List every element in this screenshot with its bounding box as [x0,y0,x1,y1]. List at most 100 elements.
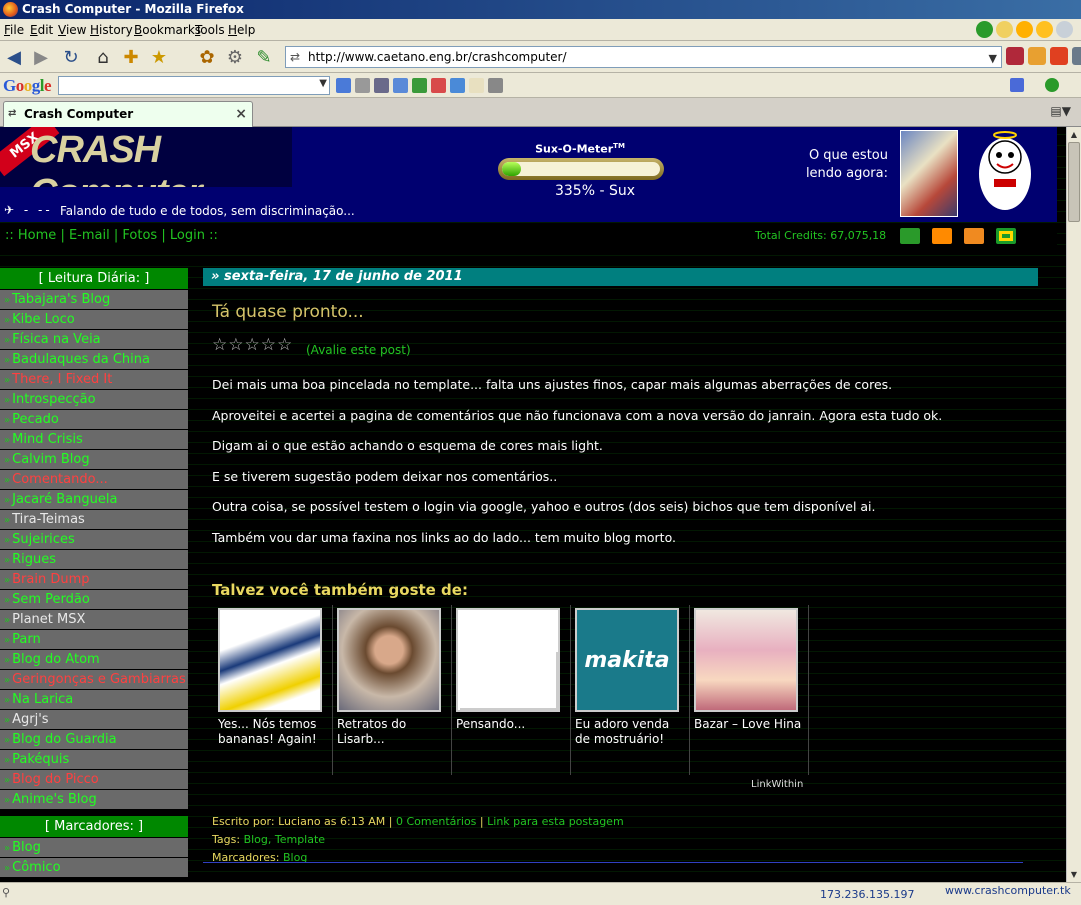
sidebar-blog-link[interactable]: » Calvim Blog [0,450,188,470]
url-dropdown-icon[interactable]: ▼ [989,49,997,69]
sidebar-blog-link[interactable]: » Sujeirices [0,530,188,550]
url-bar[interactable]: ⇄ http://www.caetano.eng.br/crashcompute… [285,46,1002,68]
vertical-scrollbar[interactable]: ▲ ▼ [1066,127,1081,882]
chat-icon[interactable] [412,78,427,93]
home-icon[interactable]: ⌂ [92,46,114,68]
rating-stars[interactable]: ☆☆☆☆☆ [212,335,293,355]
sidebar-blog-link[interactable]: » Pakéquis [0,750,188,770]
close-tab-icon[interactable]: × [235,102,247,126]
edit-icon[interactable]: ✎ [253,46,275,68]
highlight-icon[interactable] [374,78,389,93]
sidebar-blog-link[interactable]: » Anime's Blog [0,790,188,810]
status-dot-icon[interactable] [1045,78,1059,92]
post-title[interactable]: Tá quase pronto... [212,302,364,322]
related-caption[interactable]: Retratos do Lisarb... [337,717,447,747]
related-post[interactable]: makita Eu adoro venda de mostruário! [571,605,690,775]
site-logo[interactable]: MSX CRASH Computer [0,127,292,187]
back-icon[interactable]: ◀ [3,46,25,68]
tab-crash-computer[interactable]: ⇄ Crash Computer × [3,101,253,127]
permalink[interactable]: Link para esta postagem [487,815,624,828]
sidebar-blog-link[interactable]: » Tabajara's Blog [0,290,188,310]
printer-icon[interactable] [1072,47,1081,65]
menu-file[interactable]: File [4,23,24,37]
sidebar-blog-link[interactable]: » Brain Dump [0,570,188,590]
comments-link[interactable]: 0 Comentários [396,815,476,828]
translate-icon[interactable] [450,78,465,93]
sidebar-label-link[interactable]: » Cômico [0,858,188,878]
menu-help[interactable]: Help [228,23,255,37]
menu-edit[interactable]: Edit [30,23,53,37]
scroll-up-icon[interactable]: ▲ [1068,128,1080,141]
nav-link-fotos[interactable]: Fotos [122,228,157,243]
scroll-down-icon[interactable]: ▼ [1068,868,1080,881]
sidebar-blog-link[interactable]: » There, I Fixed It [0,370,188,390]
sidebar-blog-link[interactable]: » Badulaques da China [0,350,188,370]
related-post[interactable]: Retratos do Lisarb... [333,605,452,775]
brazil-flag-icon[interactable] [996,228,1016,244]
news-icon[interactable] [393,78,408,93]
tab-list-icon[interactable]: ▤▼ [1050,104,1071,118]
sidebar-blog-link[interactable]: » Blog do Atom [0,650,188,670]
addon-icon[interactable]: ✿ [196,46,218,68]
reload-icon[interactable]: ↻ [60,46,82,68]
android-icon[interactable] [900,228,920,244]
search-icon[interactable] [336,78,351,93]
sidebar-blog-link[interactable]: » Rigues [0,550,188,570]
sidebar-blog-link[interactable]: » Geringonças e Gambiarras [0,670,188,690]
related-post[interactable]: Pensando... [452,605,571,775]
pencil-icon[interactable] [488,78,503,93]
related-caption[interactable]: Eu adoro venda de mostruário! [575,717,685,747]
settings-gear-icon[interactable]: ⚙ [224,46,246,68]
sidebar-blog-link[interactable]: » Introspecção [0,390,188,410]
search-icon[interactable]: ⚲ [2,886,10,899]
sidebar-blog-link[interactable]: » Planet MSX [0,610,188,630]
rss-icon[interactable] [964,228,984,244]
wrench-icon[interactable] [1010,78,1024,92]
related-thumbnail[interactable] [218,608,322,712]
forward-icon[interactable]: ▶ [30,46,52,68]
sidebar-blog-link[interactable]: » Sem Perdão [0,590,188,610]
nav-link-login[interactable]: Login [170,228,205,243]
sidebar-blog-link[interactable]: » Blog do Picco [0,770,188,790]
related-thumbnail[interactable] [694,608,798,712]
sidebar-blog-link[interactable]: » Pecado [0,410,188,430]
sidebar-blog-link[interactable]: » Blog do Guardia [0,730,188,750]
menu-tools[interactable]: Tools [195,23,225,37]
flash-icon[interactable] [932,228,952,244]
rate-post-link[interactable]: (Avalie este post) [306,343,411,357]
related-post[interactable]: Bazar – Love Hina [690,605,809,775]
nav-link-email[interactable]: E-mail [69,228,110,243]
related-thumbnail[interactable]: makita [575,608,679,712]
sidebar-blog-link[interactable]: » Mind Crisis [0,430,188,450]
sidebar-blog-link[interactable]: » Tira-Teimas [0,510,188,530]
sidebar-label-link[interactable]: » Blog [0,838,188,858]
sidebar-blog-link[interactable]: » Jacaré Banguela [0,490,188,510]
rss-icon[interactable] [1028,47,1046,65]
related-caption[interactable]: Bazar – Love Hina [694,717,804,732]
google-search-input[interactable]: ▼ [58,76,330,95]
sidebar-blog-link[interactable]: » Agrj's [0,710,188,730]
flag-icon[interactable] [1006,47,1024,65]
book-cover-image[interactable] [900,130,958,217]
related-caption[interactable]: Yes... Nós temos bananas! Again! [218,717,328,747]
menu-view[interactable]: View [58,23,86,37]
scroll-thumb[interactable] [1068,142,1080,222]
sidebar-blog-link[interactable]: » Kibe Loco [0,310,188,330]
html5-icon[interactable] [1050,47,1068,65]
dropdown-icon[interactable] [355,78,370,93]
sidebar-blog-link[interactable]: » Comentando... [0,470,188,490]
sidewiki-icon[interactable] [469,78,484,93]
linkwithin-credit[interactable]: LinkWithin [751,779,803,790]
menu-bookmarks[interactable]: Bookmarks [134,23,201,37]
sidebar-blog-link[interactable]: » Física na Veia [0,330,188,350]
new-tab-icon[interactable]: ✚ [120,46,142,68]
menu-history[interactable]: History [90,23,133,37]
bookmark-icon[interactable]: ★ [148,46,170,68]
tags-links[interactable]: Blog, Template [244,833,326,846]
dropdown-icon[interactable]: ▼ [319,78,327,89]
sidebar-blog-link[interactable]: » Na Larica [0,690,188,710]
related-post[interactable]: Yes... Nós temos bananas! Again! [214,605,333,775]
nav-link-home[interactable]: Home [18,228,56,243]
sidebar-blog-link[interactable]: » Parn [0,630,188,650]
related-caption[interactable]: Pensando... [456,717,566,732]
